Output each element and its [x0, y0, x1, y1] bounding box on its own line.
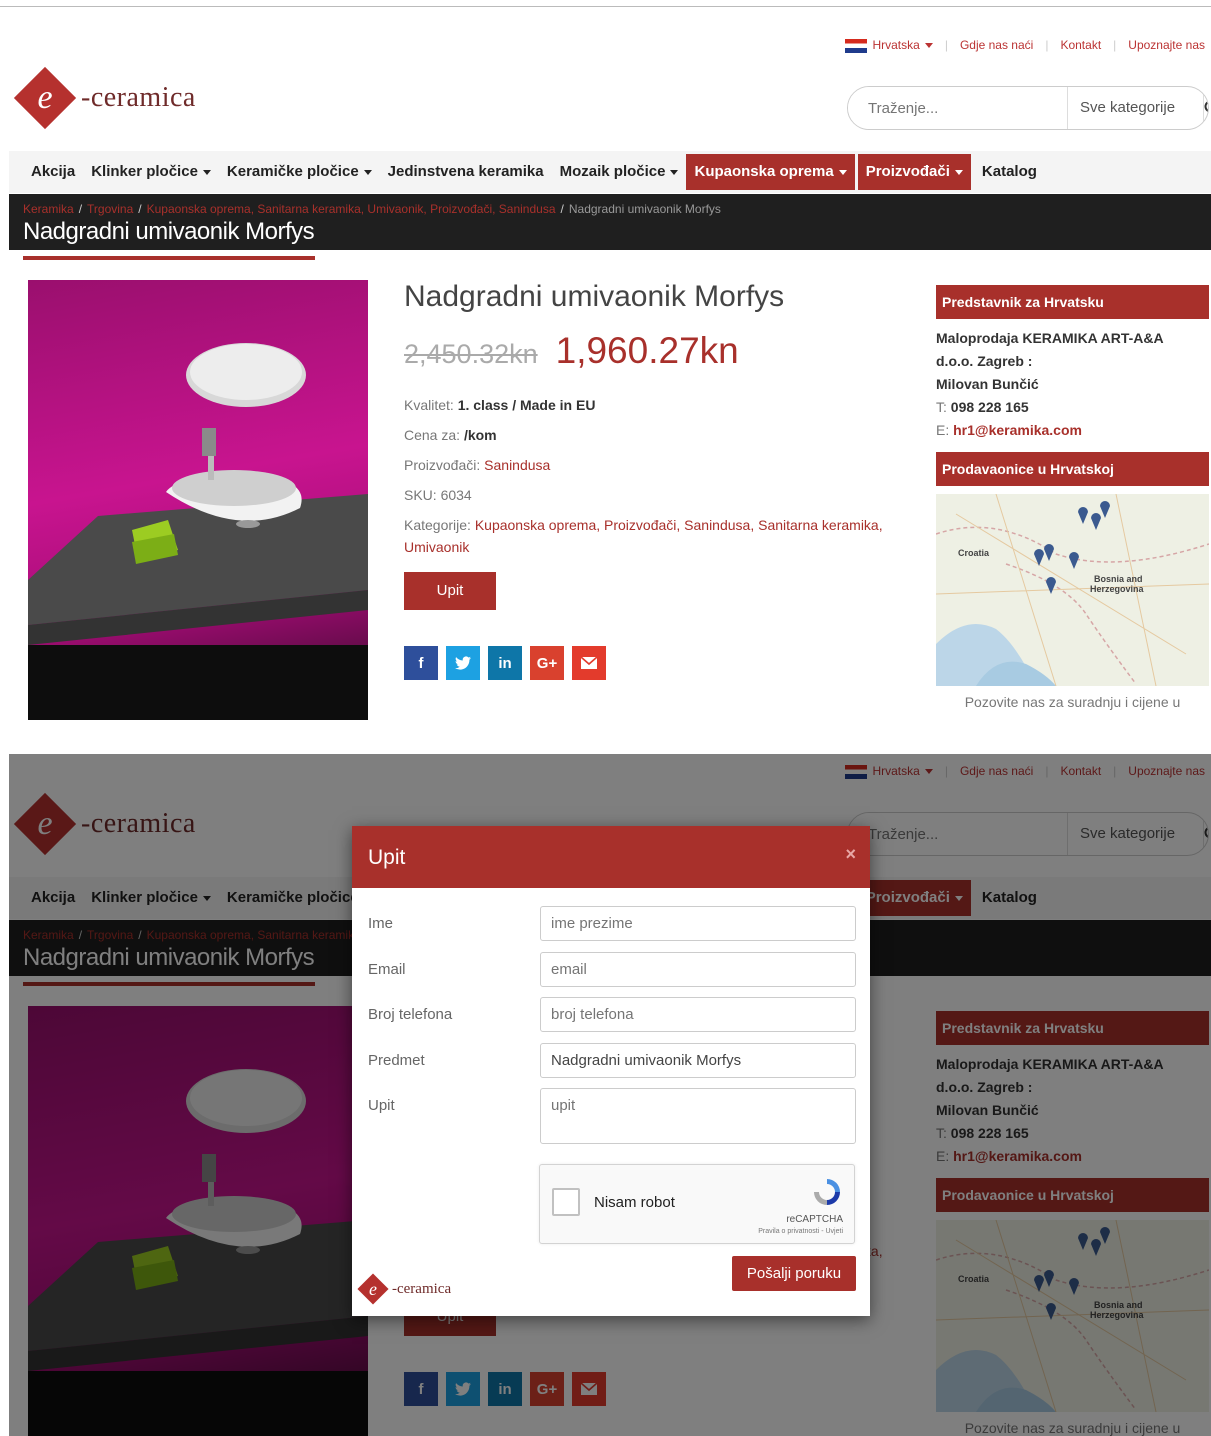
share-buttons: f in G+	[404, 646, 904, 680]
email-field[interactable]	[540, 952, 856, 987]
message-label: Upit	[368, 1097, 395, 1114]
link-where-to-find-us[interactable]: Gdje nas naći	[960, 38, 1033, 52]
email-icon[interactable]	[572, 646, 606, 680]
page-title: Nadgradni umivaonik Morfys	[23, 218, 315, 245]
stores-heading: Prodavaonice u Hrvatskoj	[936, 452, 1209, 486]
modal-logo: e -ceramica	[357, 1273, 451, 1305]
top-divider	[0, 6, 1211, 7]
recaptcha-widget: Nisam robot reCAPTCHA Pravila o privatno…	[539, 1164, 855, 1244]
map-graphic: Croatia Bosnia and Herzegovina	[936, 494, 1209, 686]
caret-down-icon	[838, 169, 847, 175]
email-label: Email	[368, 961, 406, 978]
svg-text:Croatia: Croatia	[958, 548, 990, 558]
link-contact[interactable]: Kontakt	[1060, 38, 1101, 52]
meta-quality: Kvalitet: 1. class / Made in EU	[404, 397, 596, 413]
phone-field[interactable]	[540, 997, 856, 1032]
stores-map[interactable]: Croatia Bosnia and Herzegovina	[936, 494, 1209, 686]
sale-price: 1,960.27kn	[555, 330, 739, 371]
breadcrumb-current: Nadgradni umivaonik Morfys	[568, 202, 721, 216]
search-input[interactable]	[848, 87, 1067, 129]
breadcrumb-home[interactable]: Keramika	[23, 202, 74, 216]
facebook-icon[interactable]: f	[404, 646, 438, 680]
phone-label: Broj telefona	[368, 1006, 453, 1023]
nav-item-mozaik[interactable]: Mozaik pločice	[552, 154, 687, 190]
product-meta: Kvalitet: 1. class / Made in EU Cena za:…	[404, 390, 904, 558]
title-underline	[23, 256, 315, 260]
nav-item-proizvodaci[interactable]: Proizvođači	[857, 154, 971, 190]
title-bar: Keramika/Trgovina/Kupaonska oprema, Sani…	[9, 194, 1211, 250]
sidebar: Predstavnik za Hrvatsku Maloprodaja KERA…	[936, 285, 1209, 710]
captcha-brand: reCAPTCHA	[786, 1214, 843, 1225]
language-selector[interactable]: Hrvatska	[845, 38, 933, 53]
captcha-terms[interactable]: Pravila o privatnosti - Uvjeti	[758, 1228, 843, 1235]
captcha-checkbox[interactable]	[552, 1188, 580, 1216]
google-plus-icon[interactable]: G+	[530, 646, 564, 680]
subject-label: Predmet	[368, 1052, 425, 1069]
breadcrumb-shop[interactable]: Trgovina	[87, 202, 133, 216]
link-about-us[interactable]: Upoznajte nas	[1128, 38, 1205, 52]
product-page-with-modal: Hrvatska | Gdje nas naći | Kontakt | Upo…	[9, 754, 1211, 1436]
subject-field[interactable]	[540, 1043, 856, 1078]
modal-title: Upit	[368, 846, 406, 869]
search-icon	[1204, 101, 1208, 112]
sink-photo	[28, 343, 368, 720]
nav-item-klinker[interactable]: Klinker pločice	[83, 154, 219, 190]
caret-down-icon	[954, 169, 963, 175]
croatia-flag-icon	[845, 38, 868, 53]
meta-maker: Proizvođači: Sanindusa	[404, 457, 551, 473]
breadcrumb: Keramika/Trgovina/Kupaonska oprema, Sani…	[23, 202, 721, 216]
svg-text:Herzegovina: Herzegovina	[1090, 584, 1145, 594]
logo-diamond-icon: e	[13, 66, 77, 130]
send-message-button[interactable]: Pošalji poruku	[732, 1256, 856, 1291]
recaptcha-icon	[814, 1179, 840, 1205]
svg-text:Bosnia and: Bosnia and	[1094, 574, 1143, 584]
caret-down-icon	[363, 169, 372, 175]
logo-diamond-icon: e	[357, 1273, 389, 1305]
maker-link[interactable]: Sanindusa	[484, 457, 550, 473]
main-nav: Akcija Klinker pločice Keramičke pločice…	[9, 151, 1211, 193]
product-title: Nadgradni umivaonik Morfys	[404, 280, 785, 313]
inquiry-modal: Upit × Ime Email Broj telefona Predmet U…	[352, 826, 870, 1316]
old-price: 2,450.32kn	[404, 339, 538, 369]
message-field[interactable]	[540, 1088, 856, 1144]
site-logo[interactable]: e -ceramica	[13, 66, 196, 130]
close-icon[interactable]: ×	[845, 844, 856, 865]
name-label: Ime	[368, 915, 394, 932]
rep-phone[interactable]: 098 228 165	[951, 399, 1029, 415]
meta-categories: Kategorije: Kupaonska oprema, Proizvođač…	[404, 517, 883, 555]
rep-email[interactable]: hr1@keramika.com	[953, 422, 1082, 438]
map-caption: Pozovite nas za suradnju i cijene u	[964, 694, 1181, 710]
rep-details: Maloprodaja KERAMIKA ART-A&A d.o.o. Zagr…	[936, 330, 1164, 438]
search-button[interactable]	[1203, 87, 1208, 129]
inquiry-button[interactable]: Upit	[404, 572, 496, 610]
meta-sku: SKU: 6034	[404, 487, 472, 503]
linkedin-icon[interactable]: in	[488, 646, 522, 680]
utility-bar: Hrvatska | Gdje nas naći | Kontakt | Upo…	[845, 38, 1205, 53]
product-info: Nadgradni umivaonik Morfys 2,450.32kn 1,…	[404, 280, 904, 680]
breadcrumb-categories[interactable]: Kupaonska oprema, Sanitarna keramika, Um…	[147, 202, 556, 216]
search-bar: Sve kategorije	[847, 86, 1209, 130]
nav-item-kupaonska[interactable]: Kupaonska oprema	[686, 154, 855, 190]
captcha-label: Nisam robot	[594, 1194, 675, 1211]
rep-heading: Predstavnik za Hrvatsku	[936, 285, 1209, 319]
search-category-select[interactable]: Sve kategorije	[1067, 87, 1203, 129]
name-field[interactable]	[540, 906, 856, 941]
nav-item-akcija[interactable]: Akcija	[23, 154, 83, 190]
caret-down-icon	[924, 43, 933, 49]
meta-unit: Cena za: /kom	[404, 427, 497, 443]
price-block: 2,450.32kn 1,960.27kn	[404, 330, 904, 372]
caret-down-icon	[202, 169, 211, 175]
nav-item-katalog[interactable]: Katalog	[974, 154, 1045, 190]
product-image[interactable]	[28, 280, 368, 720]
category-links[interactable]: Kupaonska oprema, Proizvođači, Sanindusa…	[404, 517, 883, 555]
nav-item-keramicke[interactable]: Keramičke pločice	[219, 154, 380, 190]
twitter-icon[interactable]	[446, 646, 480, 680]
caret-down-icon	[670, 169, 679, 175]
nav-item-jedinstvena[interactable]: Jedinstvena keramika	[380, 154, 552, 190]
product-page: Hrvatska | Gdje nas naći | Kontakt | Upo…	[9, 28, 1211, 720]
modal-header: Upit ×	[352, 826, 870, 888]
